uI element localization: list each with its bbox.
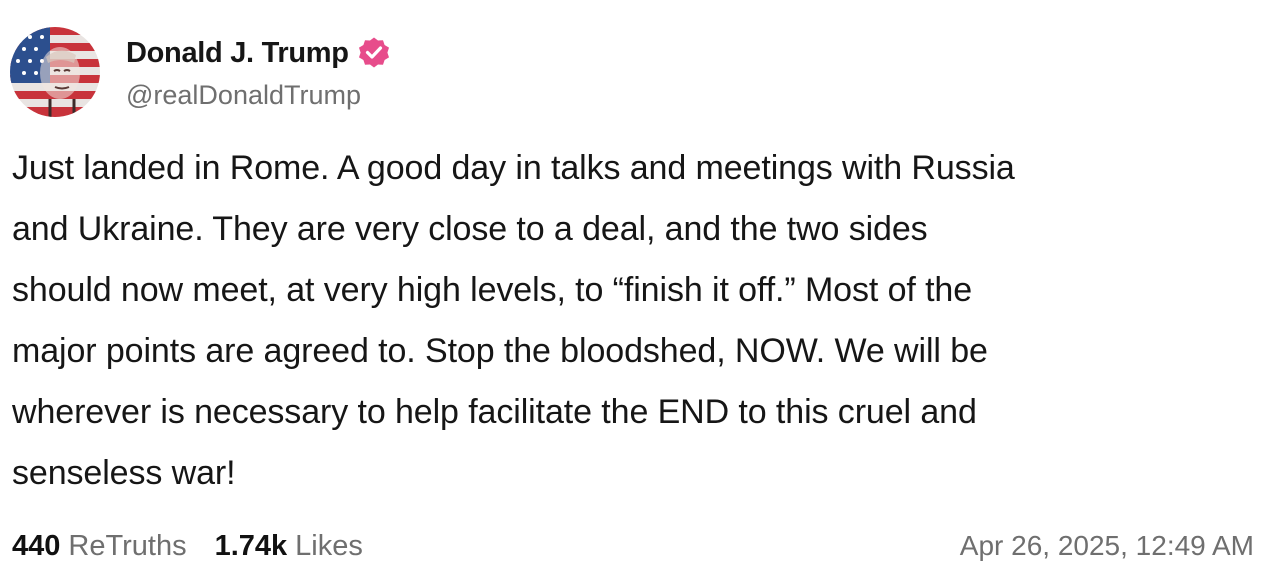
- likes-count: 1.74k: [214, 529, 288, 562]
- truth-post: Donald J. Trump @realDonaldTrump Just la…: [0, 0, 1280, 578]
- author-handle[interactable]: @realDonaldTrump: [126, 80, 391, 111]
- retruths-stat[interactable]: 440 ReTruths: [12, 530, 187, 563]
- avatar-image: [10, 27, 100, 117]
- retruths-label: ReTruths: [68, 529, 187, 562]
- post-text: Just landed in Rome. A good day in talks…: [12, 149, 1015, 492]
- avatar[interactable]: [10, 27, 100, 117]
- likes-stat[interactable]: 1.74k Likes: [215, 530, 363, 563]
- likes-label: Likes: [295, 529, 363, 562]
- post-timestamp[interactable]: Apr 26, 2025, 12:49 AM: [960, 530, 1254, 562]
- author-names: Donald J. Trump @realDonaldTrump: [126, 27, 391, 111]
- display-name[interactable]: Donald J. Trump: [126, 37, 349, 70]
- retruths-count: 440: [12, 529, 61, 562]
- verified-badge-icon: [357, 36, 391, 70]
- post-stats: 440 ReTruths 1.74k Likes: [12, 530, 391, 563]
- display-name-row: Donald J. Trump: [126, 29, 391, 77]
- post-footer: 440 ReTruths 1.74k Likes Apr 26, 2025, 1…: [12, 523, 1254, 569]
- post-header: Donald J. Trump @realDonaldTrump: [10, 27, 391, 119]
